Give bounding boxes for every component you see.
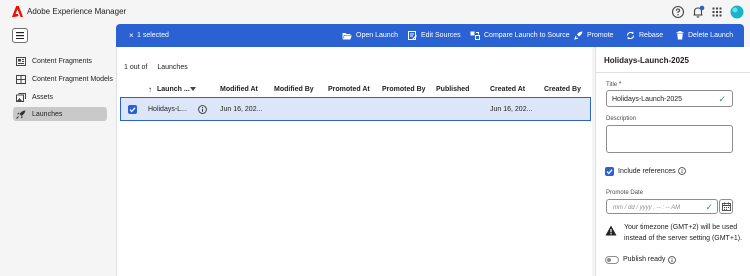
edit-sources-icon (408, 31, 417, 40)
launches-icon (16, 110, 26, 119)
nav-label: Launches (32, 110, 63, 118)
column-header-created-by[interactable]: Created By (544, 86, 581, 93)
results-count: 1 out of Launches (124, 64, 188, 71)
hamburger-icon (16, 32, 24, 39)
shell-header: Adobe Experience Manager (0, 0, 750, 24)
publish-ready-info-icon[interactable] (668, 256, 676, 264)
include-references-label: Include references (618, 168, 676, 175)
valid-checkmark-icon: ✓ (718, 94, 726, 104)
app-title[interactable]: Adobe Experience Manager (27, 7, 126, 16)
edit-sources-button[interactable]: Edit Sources (408, 24, 461, 47)
count-text: 1 out of (124, 64, 148, 71)
promote-date-label: Promote Date (606, 190, 644, 196)
title-label: Title * (606, 81, 622, 88)
include-references-info-icon[interactable] (678, 167, 686, 175)
calendar-icon (722, 202, 731, 211)
column-menu-icon[interactable] (190, 87, 196, 92)
column-header-promoted-at[interactable]: Promoted At (328, 86, 370, 93)
promote-date-input[interactable]: mm / dd / yyyy , -- : -- AM (613, 205, 680, 211)
action-label: Promote (587, 32, 614, 39)
notifications-icon[interactable] (691, 5, 705, 19)
checkmark-icon (129, 107, 136, 113)
promote-date-field[interactable]: mm / dd / yyyy , -- : -- AM ✓ (606, 199, 718, 214)
selection-count: 1 selected (137, 32, 169, 39)
delete-launch-button[interactable]: Delete Launch (676, 24, 733, 47)
folder-open-icon (342, 32, 352, 39)
panel-title: Holidays-Launch-2025 (604, 56, 689, 65)
apps-grid-icon[interactable] (710, 5, 724, 19)
user-avatar-icon[interactable] (730, 5, 744, 19)
publish-ready-label: Publish ready (623, 256, 666, 263)
nav-label: Content Fragments (32, 57, 92, 65)
count-label: Launches (157, 64, 188, 71)
adobe-logo-icon[interactable] (12, 6, 23, 17)
cell-modified-at: Jun 16, 202... (220, 106, 263, 113)
sort-ascending-icon[interactable]: ↑ (148, 85, 152, 94)
promote-button[interactable]: Promote (574, 24, 613, 47)
info-icon[interactable] (198, 105, 207, 114)
properties-panel: Holidays-Launch-2025 Title * Holidays-La… (595, 47, 750, 276)
help-icon[interactable] (671, 5, 685, 19)
column-header-launch[interactable]: Launch ... (157, 86, 190, 93)
title-value: Holidays-Launch-2025 (612, 96, 683, 103)
column-header-created-at[interactable]: Created At (490, 86, 525, 93)
nav-item-content-fragments[interactable]: Content Fragments (13, 54, 107, 68)
cell-launch-name[interactable]: Holidays-L... (148, 106, 187, 113)
compare-launch-button[interactable]: Compare Launch to Source (470, 24, 570, 47)
content-fragments-icon (16, 56, 26, 66)
promote-icon (574, 31, 583, 40)
column-header-modified-by[interactable]: Modified By (274, 86, 314, 93)
description-field[interactable] (606, 125, 733, 153)
nav-item-content-fragment-models[interactable]: Content Fragment Models (13, 72, 113, 86)
nav-item-assets[interactable]: Assets (13, 90, 107, 104)
calendar-button[interactable] (719, 199, 733, 214)
compare-icon (470, 31, 480, 40)
timezone-warning-line2: instead of the server setting (GMT+1). (624, 235, 743, 242)
table-header: ↑ Launch ... Modified At Modified By Pro… (117, 81, 593, 97)
rebase-icon (626, 31, 635, 40)
checkmark-icon (606, 169, 613, 175)
clear-selection-button[interactable]: × (129, 31, 134, 40)
nav-label: Content Fragment Models (32, 75, 113, 83)
action-label: Compare Launch to Source (484, 32, 570, 39)
rebase-button[interactable]: Rebase (626, 24, 663, 47)
include-references-checkbox[interactable] (605, 167, 614, 176)
action-label: Open Launch (356, 32, 399, 39)
valid-checkmark-icon: ✓ (705, 202, 713, 212)
warning-icon (605, 225, 617, 236)
column-header-promoted-by[interactable]: Promoted By (382, 86, 426, 93)
action-label: Rebase (639, 32, 664, 39)
fragment-models-icon (16, 74, 26, 84)
description-label: Description (606, 116, 637, 122)
nav-item-launches[interactable]: Launches (13, 107, 107, 121)
title-field[interactable]: Holidays-Launch-2025 ✓ (606, 90, 733, 107)
launches-list-panel: 1 out of Launches ↑ Launch ... Modified A… (116, 47, 592, 276)
assets-icon (16, 92, 26, 102)
open-launch-button[interactable]: Open Launch (342, 24, 398, 47)
publish-ready-toggle[interactable] (605, 256, 619, 264)
selection-action-bar: × 1 selected Open Launch Edit Sources Co… (116, 24, 744, 47)
panel-divider (596, 72, 750, 73)
table-row[interactable]: Holidays-L... Jun 16, 202... Jun 16, 202… (120, 97, 591, 121)
column-header-modified-at[interactable]: Modified At (220, 86, 258, 93)
row-checkbox[interactable] (128, 105, 137, 114)
delete-icon (676, 31, 684, 40)
menu-toggle-button[interactable] (12, 28, 28, 43)
timezone-warning-line1: Your timezone (GMT+2) will be used (624, 224, 738, 231)
nav-label: Assets (32, 93, 54, 101)
action-label: Delete Launch (688, 32, 734, 39)
action-label: Edit Sources (421, 32, 461, 39)
cell-created-at: Jun 16, 202... (490, 106, 533, 113)
column-header-published[interactable]: Published (436, 86, 469, 93)
